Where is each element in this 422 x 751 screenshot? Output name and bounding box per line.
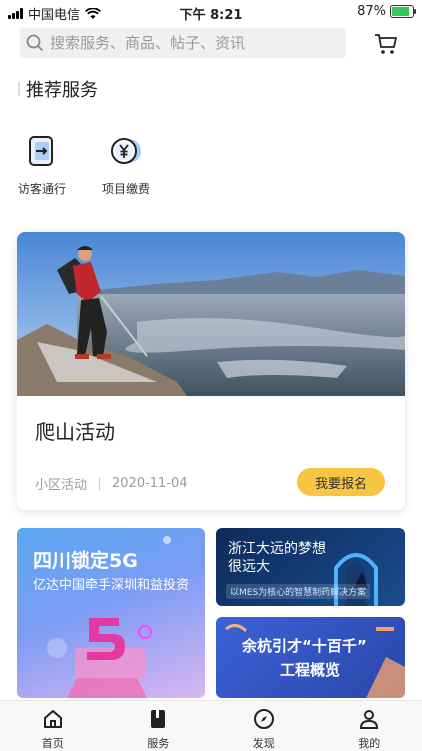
tab-home[interactable]: 首页 <box>0 701 106 751</box>
tab-services[interactable]: 服务 <box>106 701 212 751</box>
5g-graphic <box>17 528 205 698</box>
banner-tag: 以MES为核心的智慧制药解决方案 <box>226 584 370 599</box>
tab-discover[interactable]: 发现 <box>211 701 317 751</box>
banner-subtitle: 工程概览 <box>280 659 340 680</box>
banner-5g[interactable]: 四川锁定5G 亿达中国牵手深圳和益投资 <box>17 528 205 698</box>
signup-button[interactable]: 我要报名 <box>297 468 385 496</box>
status-bar: 中国电信 下午 8:21 87% <box>0 0 422 24</box>
search-icon <box>26 34 44 52</box>
section-marker <box>18 82 20 96</box>
home-icon <box>42 708 64 730</box>
activity-meta: 小区活动 2020-11-04 <box>35 474 188 493</box>
meta-divider <box>99 477 100 491</box>
service-label: 访客通行 <box>2 180 82 197</box>
banner-zhejiang[interactable]: 浙江大远的梦想很远大 以MES为核心的智慧制药解决方案 <box>216 528 405 606</box>
service-project-payment[interactable]: 项目缴费 <box>86 134 166 197</box>
tab-bar: 首页 服务 发现 我的 <box>0 700 422 751</box>
banner-title: 余杭引才“十百千” <box>242 635 367 656</box>
cart-icon[interactable] <box>373 31 399 57</box>
banner-yuhang[interactable]: 余杭引才“十百千” 工程概览 <box>216 617 405 698</box>
activity-date: 2020-11-04 <box>112 476 188 491</box>
tab-label: 服务 <box>106 735 212 751</box>
activity-photo <box>17 232 405 396</box>
door-pass-icon <box>25 134 59 168</box>
tab-label: 发现 <box>211 735 317 751</box>
decor-graphic <box>216 617 405 698</box>
section-title-text: 推荐服务 <box>26 76 98 102</box>
yuan-coin-icon <box>109 134 143 168</box>
book-icon <box>147 708 169 730</box>
compass-icon <box>253 708 275 730</box>
activity-category: 小区活动 <box>35 474 87 493</box>
tab-label: 首页 <box>0 735 106 751</box>
tab-mine[interactable]: 我的 <box>317 701 422 751</box>
tab-label: 我的 <box>317 735 422 751</box>
user-icon <box>358 708 380 730</box>
battery-percent: 87% <box>357 4 386 19</box>
service-visitor-pass[interactable]: 访客通行 <box>2 134 82 197</box>
activity-title: 爬山活动 <box>35 416 115 445</box>
activity-card[interactable]: 爬山活动 小区活动 2020-11-04 我要报名 <box>17 232 405 510</box>
battery-icon <box>390 5 414 18</box>
search-bar[interactable] <box>20 28 346 58</box>
service-label: 项目缴费 <box>86 180 166 197</box>
search-input[interactable] <box>48 33 332 53</box>
section-title: 推荐服务 <box>18 76 98 102</box>
